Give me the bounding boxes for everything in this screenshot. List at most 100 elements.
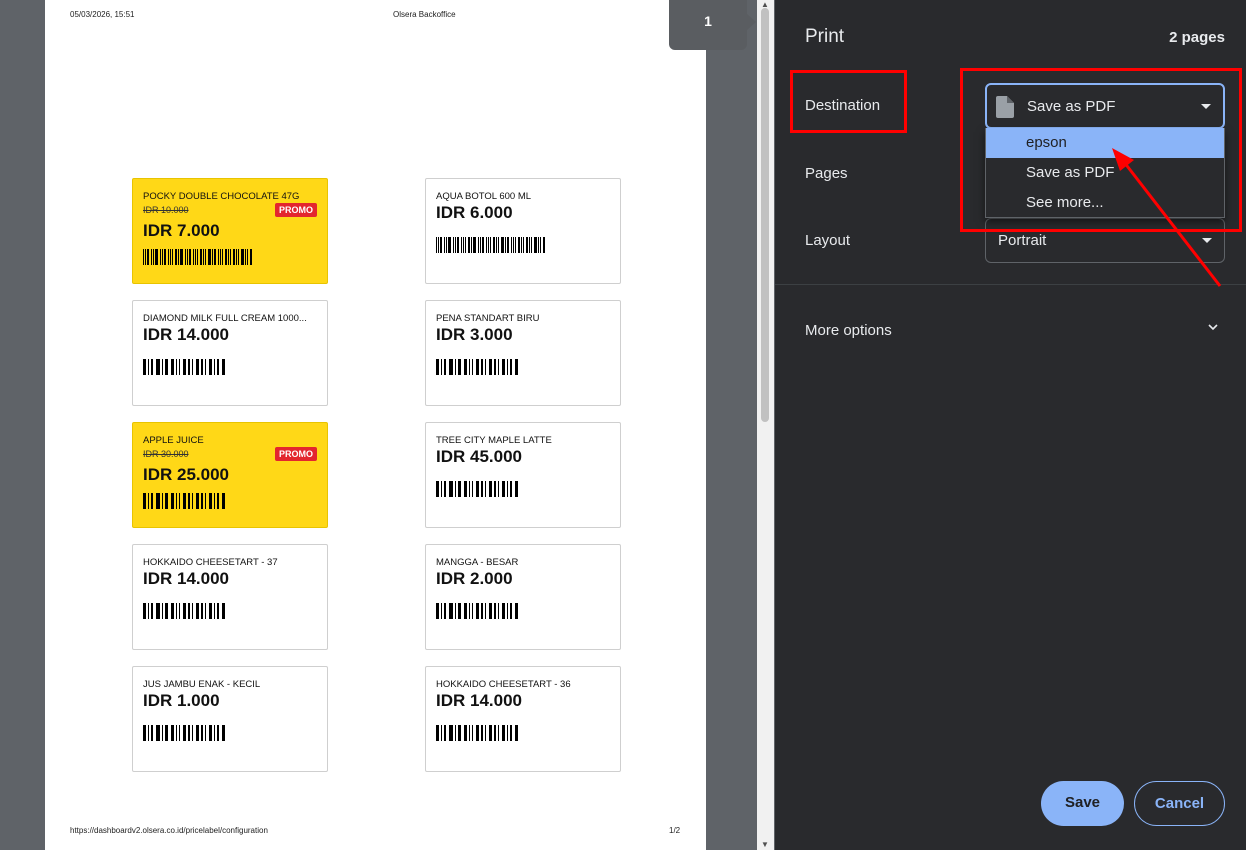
barcode-bar bbox=[192, 725, 193, 741]
barcode-bar bbox=[476, 359, 479, 375]
barcode-bar bbox=[507, 237, 509, 253]
price-label: HOKKAIDO CHEESETART - 36 IDR 14.000 bbox=[425, 666, 621, 772]
barcode-bar bbox=[458, 603, 461, 619]
page-header-title: Olsera Backoffice bbox=[393, 10, 456, 19]
label-product-name: DIAMOND MILK FULL CREAM 1000... bbox=[143, 313, 307, 324]
barcode-bar bbox=[189, 249, 191, 265]
barcode-bar bbox=[507, 725, 508, 741]
price-label: JUS JAMBU ENAK - KECIL IDR 1.000 bbox=[132, 666, 328, 772]
barcode bbox=[436, 237, 546, 253]
barcode-bar bbox=[179, 359, 180, 375]
panel-title: Print bbox=[805, 26, 845, 47]
label-product-name: PENA STANDART BIRU bbox=[436, 313, 540, 324]
label-price: IDR 6.000 bbox=[436, 203, 513, 222]
barcode-bar bbox=[469, 725, 470, 741]
barcode-bar bbox=[485, 359, 486, 375]
barcode-bar bbox=[212, 249, 213, 265]
barcode-bar bbox=[441, 481, 442, 497]
more-options-toggle[interactable]: More options bbox=[805, 322, 892, 339]
barcode-bar bbox=[496, 237, 497, 253]
barcode-bar bbox=[489, 481, 492, 497]
barcode-bar bbox=[188, 493, 190, 509]
barcode-bar bbox=[543, 237, 545, 253]
barcode-bar bbox=[453, 237, 454, 253]
barcode-bar bbox=[185, 249, 186, 265]
barcode-bar bbox=[214, 359, 215, 375]
barcode-bar bbox=[172, 249, 173, 265]
cancel-button[interactable]: Cancel bbox=[1134, 781, 1225, 826]
scrollbar-thumb[interactable] bbox=[761, 8, 769, 422]
barcode-bar bbox=[188, 603, 190, 619]
barcode-bar bbox=[171, 359, 174, 375]
barcode-bar bbox=[444, 359, 446, 375]
barcode-bar bbox=[441, 603, 442, 619]
barcode-bar bbox=[444, 603, 446, 619]
barcode-bar bbox=[171, 493, 174, 509]
barcode-bar bbox=[188, 725, 190, 741]
price-label: MANGGA - BESAR IDR 2.000 bbox=[425, 544, 621, 650]
barcode-bar bbox=[205, 493, 206, 509]
barcode-bar bbox=[236, 249, 237, 265]
layout-selected-value: Portrait bbox=[998, 232, 1047, 249]
barcode-bar bbox=[156, 359, 160, 375]
layout-label: Layout bbox=[805, 232, 851, 249]
chevron-down-icon[interactable] bbox=[1208, 322, 1218, 332]
barcode-bar bbox=[469, 481, 470, 497]
barcode-bar bbox=[538, 237, 539, 253]
section-divider bbox=[775, 284, 1246, 285]
barcode-bar bbox=[203, 249, 204, 265]
save-button[interactable]: Save bbox=[1041, 781, 1124, 826]
preview-page: 05/03/2026, 15:51 Olsera Backoffice POCK… bbox=[45, 0, 706, 850]
barcode-bar bbox=[489, 725, 492, 741]
barcode bbox=[436, 603, 520, 619]
barcode-bar bbox=[148, 725, 149, 741]
barcode-bar bbox=[488, 237, 489, 253]
barcode-bar bbox=[143, 249, 144, 265]
barcode-bar bbox=[175, 249, 177, 265]
barcode-bar bbox=[436, 359, 439, 375]
label-product-name: JUS JAMBU ENAK - KECIL bbox=[143, 679, 261, 690]
page-thumbnail-tab[interactable]: 1 bbox=[669, 0, 756, 50]
barcode-bar bbox=[188, 359, 190, 375]
barcode-bar bbox=[162, 603, 163, 619]
barcode-bar bbox=[205, 249, 206, 265]
barcode-bar bbox=[446, 237, 447, 253]
barcode-bar bbox=[165, 725, 168, 741]
barcode-bar bbox=[171, 603, 174, 619]
preview-scrollbar[interactable]: ▲ ▼ bbox=[757, 0, 774, 850]
barcode bbox=[143, 725, 227, 741]
barcode-bar bbox=[162, 493, 163, 509]
barcode-bar bbox=[521, 237, 522, 253]
barcode-bar bbox=[192, 359, 193, 375]
barcode bbox=[436, 481, 520, 497]
barcode-bar bbox=[481, 725, 483, 741]
barcode bbox=[436, 725, 520, 741]
barcode-bar bbox=[151, 603, 153, 619]
barcode-bar bbox=[156, 725, 160, 741]
barcode-bar bbox=[473, 237, 476, 253]
barcode-bar bbox=[165, 359, 168, 375]
barcode-bar bbox=[222, 249, 223, 265]
barcode-bar bbox=[465, 237, 466, 253]
barcode-bar bbox=[151, 493, 153, 509]
barcode bbox=[143, 493, 227, 509]
barcode-bar bbox=[458, 359, 461, 375]
barcode-bar bbox=[501, 237, 504, 253]
barcode-bar bbox=[192, 493, 193, 509]
barcode-bar bbox=[464, 359, 467, 375]
barcode-bar bbox=[176, 725, 177, 741]
barcode-bar bbox=[502, 481, 505, 497]
barcode-bar bbox=[494, 481, 496, 497]
barcode-bar bbox=[507, 603, 508, 619]
barcode-bar bbox=[505, 237, 506, 253]
barcode-bar bbox=[176, 359, 177, 375]
annotation-box-dropdown bbox=[960, 68, 1242, 232]
barcode-bar bbox=[143, 359, 146, 375]
price-label: POCKY DOUBLE CHOCOLATE 47G IDR 10.000 PR… bbox=[132, 178, 328, 284]
barcode-bar bbox=[498, 237, 499, 253]
scroll-down-arrow-icon[interactable]: ▼ bbox=[761, 840, 769, 849]
label-price: IDR 45.000 bbox=[436, 447, 522, 466]
barcode-bar bbox=[502, 359, 505, 375]
barcode-bar bbox=[179, 493, 180, 509]
barcode-bar bbox=[196, 725, 199, 741]
